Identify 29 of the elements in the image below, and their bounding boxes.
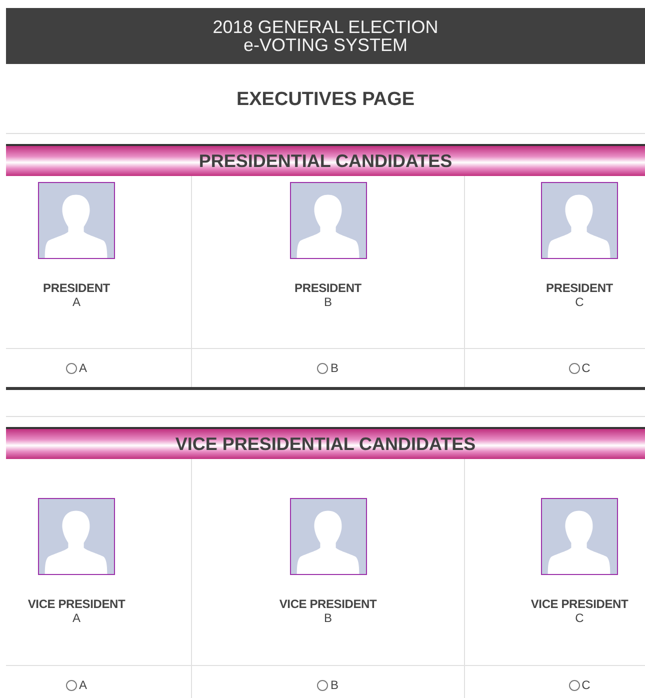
candidate-position: PRESIDENT xyxy=(546,281,613,295)
candidate-position: PRESIDENT xyxy=(294,281,362,295)
avatar-icon xyxy=(541,182,618,259)
candidate-position: VICE PRESIDENT xyxy=(279,597,377,611)
candidate-position: PRESIDENT xyxy=(43,281,110,295)
candidate-radio[interactable]: A xyxy=(66,361,87,375)
candidate-name: B xyxy=(324,611,332,625)
section-header: VICE PRESIDENTIAL CANDIDATES xyxy=(6,427,645,459)
header-title: 2018 GENERAL ELECTION xyxy=(212,18,438,36)
candidate-position: VICE PRESIDENT xyxy=(28,597,126,611)
candidate-name: A xyxy=(72,295,80,309)
section-header: PRESIDENTIAL CANDIDATES xyxy=(6,144,645,176)
candidate-name: C xyxy=(575,611,584,625)
candidate-name: C xyxy=(575,295,584,309)
avatar-icon xyxy=(290,182,366,259)
avatar-icon xyxy=(290,498,366,575)
candidate-radio[interactable]: A xyxy=(66,678,87,692)
avatar-icon xyxy=(541,498,618,575)
candidate-name: A xyxy=(72,611,80,625)
avatar-icon xyxy=(38,498,115,575)
candidate-radio[interactable]: B xyxy=(317,678,338,692)
candidate-radio[interactable]: C xyxy=(568,678,590,692)
candidate-radio[interactable]: C xyxy=(568,361,590,375)
candidate-radio[interactable]: B xyxy=(317,361,338,375)
candidate-name: B xyxy=(324,295,332,309)
avatar-icon xyxy=(38,182,115,259)
header-title: e-VOTING SYSTEM xyxy=(243,36,408,54)
candidate-position: VICE PRESIDENT xyxy=(530,597,628,611)
page-title: EXECUTIVES PAGE xyxy=(236,89,415,110)
